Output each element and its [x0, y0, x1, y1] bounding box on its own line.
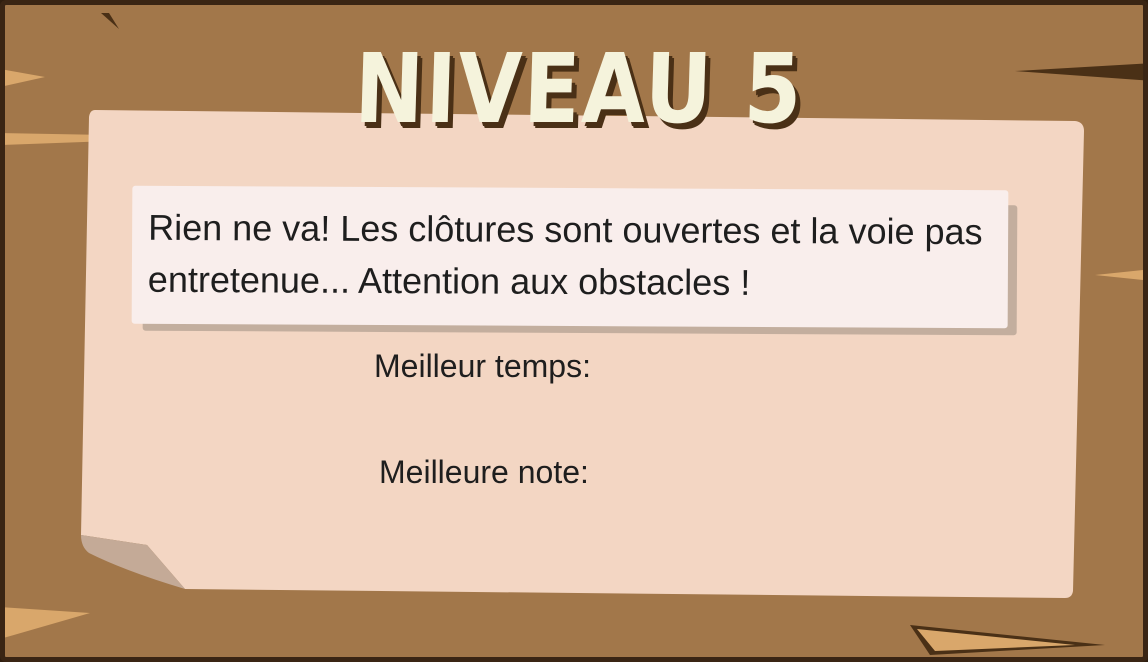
wood-crack [5, 69, 45, 86]
wood-crack [101, 13, 119, 29]
level-title: NIVEAU 5 [353, 33, 805, 145]
level-board: NIVEAU 5 Rien ne va! Les clôtures sont o… [0, 0, 1148, 662]
best-time-label: Meilleur temps: [374, 348, 591, 384]
level-description: Rien ne va! Les clôtures sont ouvertes e… [147, 206, 983, 303]
description-note: Rien ne va! Les clôtures sont ouvertes e… [131, 185, 1009, 329]
wood-crack [1095, 270, 1143, 280]
best-score-label: Meilleure note: [379, 454, 589, 490]
wood-crack [5, 607, 90, 638]
